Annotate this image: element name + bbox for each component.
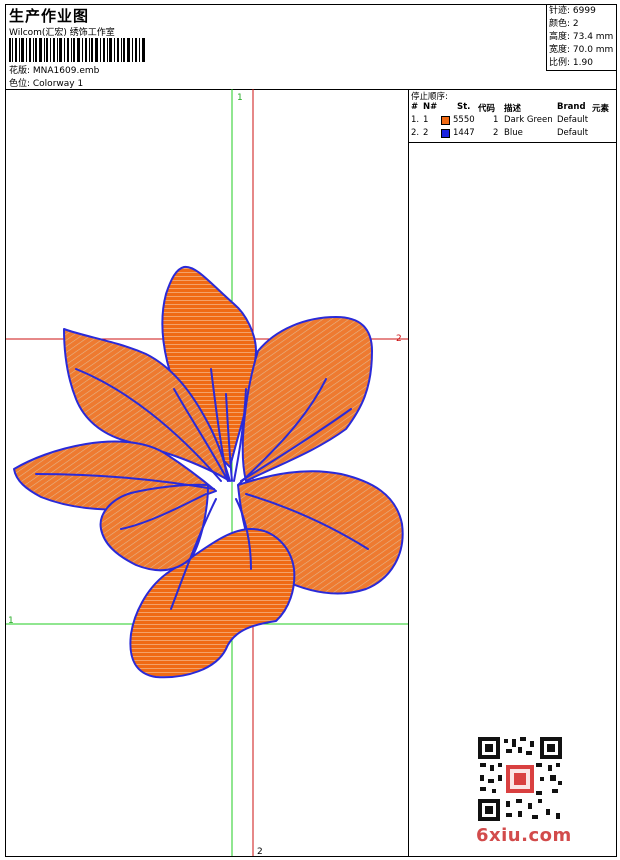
col-number: N#: [423, 102, 438, 112]
row-code: 1: [493, 115, 499, 125]
spec-height: 高度: 73.4 mm: [549, 32, 614, 42]
sheet-header: 生产作业图 Wilcom(汇宏) 绣饰工作室 花版: MNA1609.emb 色…: [6, 5, 616, 90]
row-brand: Default: [557, 128, 589, 138]
company-name: Wilcom(汇宏) 绣饰工作室: [9, 28, 115, 38]
col-stitches: St.: [457, 102, 471, 112]
row-index: 2.: [411, 128, 420, 138]
qr-code-icon: [476, 735, 564, 823]
spec-stitches: 针迹: 6999: [549, 6, 596, 16]
crosshair-label-left: 1: [8, 616, 14, 626]
stop-row: 1. 1 5550 1 Dark Green Default: [409, 115, 616, 127]
design-file: 花版: MNA1609.emb: [9, 66, 100, 76]
row-description: Dark Green: [504, 115, 553, 125]
barcode-icon: [9, 38, 145, 62]
specs-box: 针迹: 6999 颜色: 2 高度: 73.4 mm 宽度: 70.0 mm 比…: [546, 5, 616, 71]
col-brand: Brand: [557, 102, 586, 112]
row-brand: Default: [557, 115, 589, 125]
embroidery-preview: 1 2 1 2: [6, 89, 408, 856]
watermark-text: 6xiu.com: [476, 825, 572, 846]
page-title: 生产作业图: [9, 7, 90, 25]
production-sheet: 生产作业图 Wilcom(汇宏) 绣饰工作室 花版: MNA1609.emb 色…: [5, 4, 617, 857]
crosshair-label-top: 1: [237, 93, 243, 103]
col-description: 描述: [504, 104, 522, 114]
row-stitches: 5550: [453, 115, 475, 125]
col-element: 元素: [592, 104, 610, 114]
spec-colors: 颜色: 2: [549, 19, 579, 29]
row-index: 1.: [411, 115, 420, 125]
design-canvas: 1 2 1 2: [6, 89, 409, 856]
row-code: 2: [493, 128, 499, 138]
crosshair-label-right: 2: [396, 334, 402, 344]
petal-upper-right: [241, 316, 373, 482]
spec-scale: 比例: 1.90: [549, 58, 593, 68]
row-number: 1: [423, 115, 429, 125]
stop-sequence-header: # N# St. 代码 描述 Brand 元素: [409, 102, 616, 114]
color-swatch: [441, 116, 450, 125]
row-description: Blue: [504, 128, 523, 138]
row-number: 2: [423, 128, 429, 138]
stop-sequence-panel: 停止顺序: # N# St. 代码 描述 Brand 元素 1. 1 5550 …: [409, 89, 616, 143]
spec-width: 宽度: 70.0 mm: [549, 45, 614, 55]
colorway-label: 色位: Colorway 1: [9, 79, 84, 89]
color-swatch: [441, 129, 450, 138]
stop-row: 2. 2 1447 2 Blue Default: [409, 128, 616, 140]
crosshair-label-bottom: 2: [257, 847, 263, 856]
col-index: #: [411, 102, 419, 112]
row-stitches: 1447: [453, 128, 475, 138]
stop-sequence-title: 停止顺序:: [411, 92, 448, 102]
col-code: 代码: [478, 104, 496, 114]
